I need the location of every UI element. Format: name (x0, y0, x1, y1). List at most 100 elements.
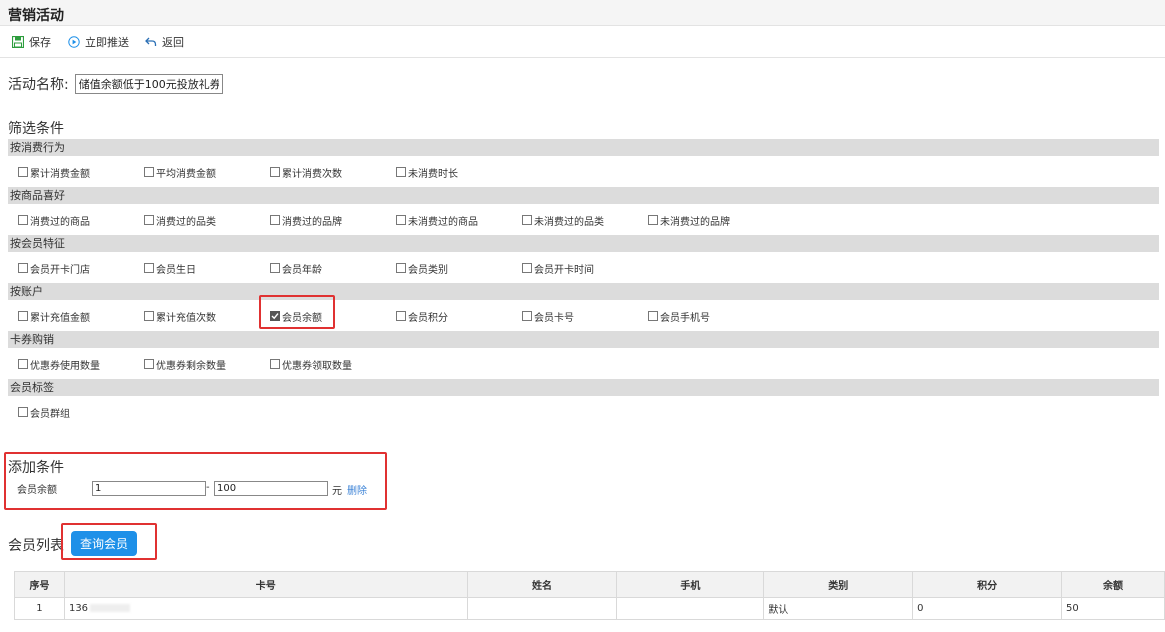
cell-balance: 50 (1061, 597, 1165, 620)
filter-option-checkbox[interactable]: 优惠券使用数量 (18, 357, 100, 372)
filter-option-checkbox[interactable]: 消费过的品牌 (270, 213, 342, 228)
query-members-button[interactable]: 查询会员 (71, 531, 137, 556)
back-arrow-icon (145, 37, 157, 46)
checkbox-icon (270, 359, 280, 369)
filter-option-checkbox[interactable]: 会员余额 (270, 309, 322, 324)
filter-group-header: 按会员特征 (8, 235, 1159, 252)
filter-option-label: 消费过的商品 (30, 216, 90, 228)
checkbox-icon (18, 215, 28, 225)
filter-section-title: 筛选条件 (8, 121, 64, 137)
back-label: 返回 (162, 36, 184, 49)
checkbox-icon (144, 215, 154, 225)
back-button[interactable]: 返回 (145, 34, 184, 50)
member-list-title: 会员列表 (8, 538, 64, 554)
filter-option-checkbox[interactable]: 累计充值次数 (144, 309, 216, 324)
checkbox-icon (396, 167, 406, 177)
cell-category: 默认 (763, 597, 914, 620)
filter-group-header: 会员标签 (8, 379, 1159, 396)
filter-option-checkbox[interactable]: 会员开卡门店 (18, 261, 90, 276)
filter-option-checkbox[interactable]: 会员积分 (396, 309, 448, 324)
filter-option-checkbox[interactable]: 会员生日 (144, 261, 196, 276)
checkbox-icon (270, 215, 280, 225)
filter-option-label: 会员开卡门店 (30, 264, 90, 276)
push-now-button[interactable]: 立即推送 (68, 34, 129, 50)
filter-option-checkbox[interactable]: 累计充值金额 (18, 309, 90, 324)
checkbox-icon (396, 311, 406, 321)
filter-option-checkbox[interactable]: 累计消费金额 (18, 165, 90, 180)
filter-option-checkbox[interactable]: 会员类别 (396, 261, 448, 276)
column-header: 余额 (1061, 571, 1165, 598)
save-button[interactable]: 保存 (12, 34, 51, 50)
column-header: 卡号 (63, 571, 468, 598)
filter-option-checkbox[interactable]: 未消费时长 (396, 165, 458, 180)
condition-max-input[interactable] (214, 481, 328, 496)
checkbox-icon (18, 167, 28, 177)
checkbox-checked-icon (270, 311, 280, 321)
toolbar: 保存 立即推送 返回 (0, 26, 1165, 58)
column-header: 序号 (14, 571, 65, 598)
filter-option-checkbox[interactable]: 消费过的商品 (18, 213, 90, 228)
checkbox-icon (144, 263, 154, 273)
filter-group-header: 按消费行为 (8, 139, 1159, 156)
filter-option-checkbox[interactable]: 未消费过的品类 (522, 213, 604, 228)
filter-option-checkbox[interactable]: 会员手机号 (648, 309, 710, 324)
checkbox-icon (522, 263, 532, 273)
card-number-text: 136 (68, 603, 89, 614)
save-label: 保存 (29, 36, 51, 49)
condition-separator: - (206, 482, 210, 493)
filter-option-label: 累计充值金额 (30, 312, 90, 324)
activity-name-input[interactable] (74, 74, 223, 94)
checkbox-icon (396, 263, 406, 273)
condition-label: 会员余额 (17, 485, 57, 496)
filter-option-label: 优惠券剩余数量 (156, 360, 226, 372)
filter-option-checkbox[interactable]: 消费过的品类 (144, 213, 216, 228)
table-header-row: 序号 卡号 姓名 手机 类别 积分 余额 (14, 571, 1165, 598)
checkbox-icon (144, 311, 154, 321)
checkbox-icon (396, 215, 406, 225)
play-icon (68, 36, 80, 48)
filter-option-checkbox[interactable]: 会员群组 (18, 405, 70, 420)
filter-option-checkbox[interactable]: 累计消费次数 (270, 165, 342, 180)
condition-unit: 元 (332, 486, 342, 497)
save-icon (12, 36, 24, 48)
filter-option-checkbox[interactable]: 优惠券领取数量 (270, 357, 352, 372)
column-header: 姓名 (466, 571, 618, 598)
checkbox-icon (648, 311, 658, 321)
filter-group-header: 按商品喜好 (8, 187, 1159, 204)
filter-option-checkbox[interactable]: 会员卡号 (522, 309, 574, 324)
filter-option-checkbox[interactable]: 未消费过的商品 (396, 213, 478, 228)
filter-option-label: 会员年龄 (282, 264, 322, 276)
checkbox-icon (18, 359, 28, 369)
checkbox-icon (18, 407, 28, 417)
filter-option-label: 未消费过的商品 (408, 216, 478, 228)
cell-phone (616, 597, 765, 620)
filter-option-checkbox[interactable]: 未消费过的品牌 (648, 213, 730, 228)
filter-option-label: 会员余额 (282, 312, 322, 324)
filter-option-label: 会员群组 (30, 408, 70, 420)
filter-option-checkbox[interactable]: 会员开卡时间 (522, 261, 594, 276)
column-header: 手机 (616, 571, 765, 598)
cell-card-number: 136 (63, 597, 468, 620)
checkbox-icon (144, 359, 154, 369)
checkbox-icon (270, 263, 280, 273)
cell-points: 0 (912, 597, 1063, 620)
filter-option-label: 优惠券领取数量 (282, 360, 352, 372)
filter-option-checkbox[interactable]: 平均消费金额 (144, 165, 216, 180)
filter-option-checkbox[interactable]: 会员年龄 (270, 261, 322, 276)
checkbox-icon (522, 215, 532, 225)
filter-option-label: 平均消费金额 (156, 168, 216, 180)
filter-option-checkbox[interactable]: 优惠券剩余数量 (144, 357, 226, 372)
checkbox-icon (144, 167, 154, 177)
redacted-card-digits (90, 604, 131, 612)
filter-option-label: 未消费过的品类 (534, 216, 604, 228)
condition-delete-link[interactable]: 删除 (347, 482, 367, 497)
filter-option-label: 未消费时长 (408, 168, 458, 180)
condition-min-input[interactable] (92, 481, 206, 496)
filter-option-label: 消费过的品牌 (282, 216, 342, 228)
push-now-label: 立即推送 (85, 36, 129, 49)
filter-option-label: 优惠券使用数量 (30, 360, 100, 372)
filter-option-label: 会员卡号 (534, 312, 574, 324)
checkbox-icon (522, 311, 532, 321)
filter-option-label: 消费过的品类 (156, 216, 216, 228)
table-row[interactable]: 1 136 默认 0 50 (14, 597, 1165, 620)
